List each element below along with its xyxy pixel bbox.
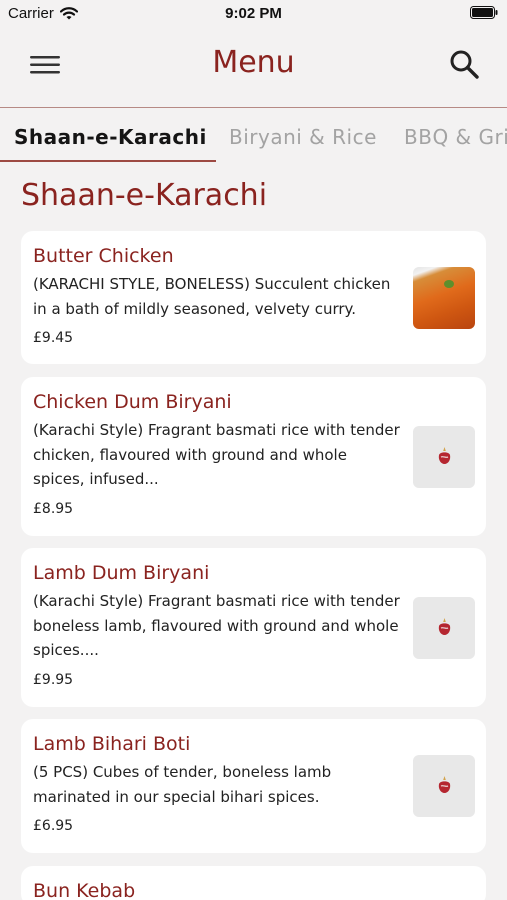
search-icon[interactable] — [449, 49, 479, 79]
food-image — [413, 267, 475, 329]
battery-icon — [470, 6, 498, 19]
logo-icon — [438, 776, 451, 793]
item-price: £9.95 — [33, 671, 74, 688]
item-name: Lamb Dum Biryani — [33, 562, 210, 584]
item-name: Butter Chicken — [33, 245, 174, 267]
page-title: Menu — [212, 45, 295, 80]
app-header: Menu — [0, 27, 507, 108]
menu-item-card[interactable]: Lamb Dum Biryani (Karachi Style) Fragran… — [21, 548, 486, 707]
tab-biryani-rice[interactable]: Biryani & Rice — [229, 125, 377, 149]
section-title: Shaan-e-Karachi — [21, 178, 268, 213]
category-tabs: Shaan-e-Karachi Biryani & Rice BBQ & Gri — [0, 108, 507, 164]
menu-item-card[interactable]: Bun Kebab — [21, 866, 486, 900]
logo-icon — [438, 447, 451, 464]
item-price: £6.95 — [33, 818, 74, 834]
menu-item-card[interactable]: Butter Chicken (KARACHI STYLE, BONELESS)… — [21, 231, 486, 364]
active-tab-indicator — [0, 160, 216, 162]
placeholder-image — [413, 597, 475, 659]
logo-icon — [438, 618, 451, 635]
tab-shaan-e-karachi[interactable]: Shaan-e-Karachi — [14, 125, 207, 149]
item-price: £9.45 — [33, 330, 74, 346]
placeholder-image — [413, 755, 475, 817]
item-name: Chicken Dum Biryani — [33, 391, 232, 413]
menu-item-card[interactable]: Chicken Dum Biryani (Karachi Style) Frag… — [21, 377, 486, 536]
tab-bbq-grill[interactable]: BBQ & Gri — [404, 125, 507, 149]
item-price: £8.95 — [33, 500, 74, 517]
item-name: Bun Kebab — [33, 880, 136, 900]
item-description: (KARACHI STYLE, BONELESS) Succulent chic… — [33, 275, 391, 318]
menu-screen: Carrier 9:02 PM Menu Shaan-e-Karachi Bir… — [0, 0, 507, 900]
menu-item-card[interactable]: Lamb Bihari Boti (5 PCS) Cubes of tender… — [21, 719, 486, 853]
item-description: (Karachi Style) Fragrant basmati rice wi… — [33, 421, 400, 488]
placeholder-image — [413, 426, 475, 488]
garnish-icon — [444, 280, 454, 288]
status-time: 9:02 PM — [225, 5, 282, 22]
item-name: Lamb Bihari Boti — [33, 733, 191, 755]
status-bar: Carrier 9:02 PM — [0, 0, 507, 27]
item-description: (5 PCS) Cubes of tender, boneless lamb m… — [33, 763, 332, 806]
item-description: (Karachi Style) Fragrant basmati rice wi… — [33, 592, 400, 659]
